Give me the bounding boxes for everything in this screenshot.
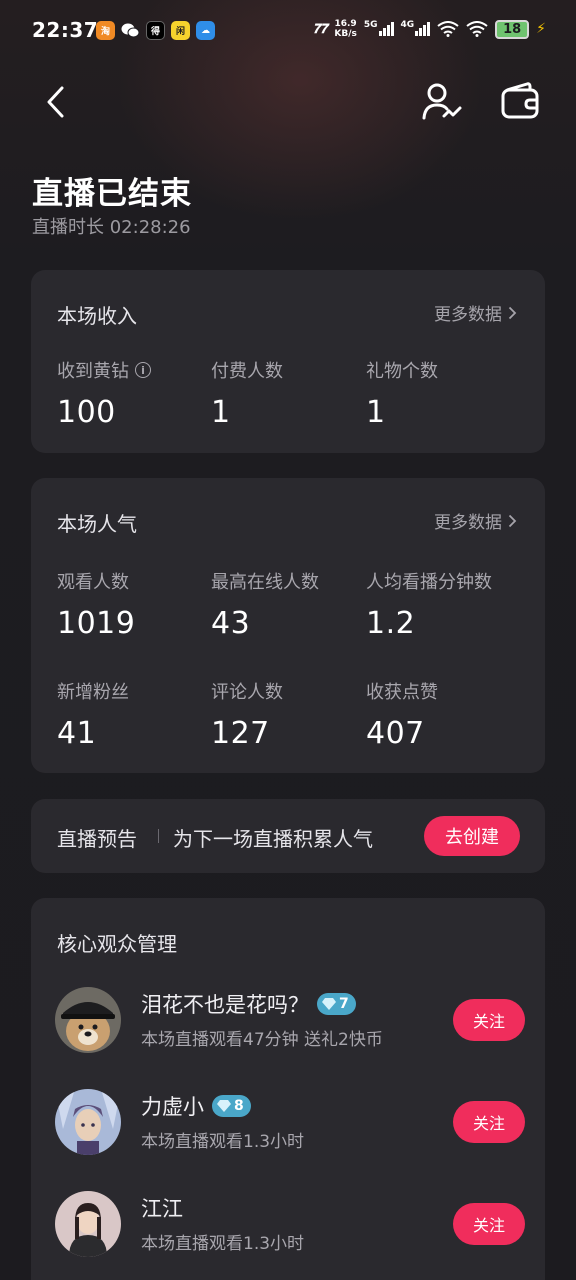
chevron-right-icon: [508, 514, 517, 527]
app-notification-icon: 闲: [171, 21, 190, 40]
audience-description: 本场直播观看1.3小时: [141, 1234, 305, 1254]
audience-list-item[interactable]: 力虚小 8 本场直播观看1.3小时 关注: [55, 1089, 525, 1159]
core-audience-card: 核心观众管理 泪花不也是花吗？ 7 本场直播观看47分钟 送礼2快币 关注 力虚…: [31, 898, 545, 1280]
follow-button[interactable]: 关注: [453, 1203, 525, 1245]
stat-viewers: 观看人数 1019: [57, 572, 136, 641]
diamond-icon: [217, 1100, 231, 1112]
status-bar: 22:37 淘 得 闲 ☁ 𝟕𝟕 16.9 KB/s 5G 4G 18 ⚡: [0, 0, 576, 62]
network-speed: 16.9 KB/s: [334, 19, 357, 39]
create-preview-button[interactable]: 去创建: [424, 816, 520, 856]
chevron-right-icon: [508, 306, 517, 319]
status-indicators: 𝟕𝟕 16.9 KB/s 5G 4G 18 ⚡: [313, 19, 546, 39]
stat-paying-users: 付费人数 1: [211, 361, 283, 430]
anime-avatar-image: [55, 1089, 121, 1155]
level-badge: 8: [212, 1095, 251, 1117]
income-card: 本场收入 更多数据 收到黄钻 i 100 付费人数 1 礼物个数 1: [31, 270, 545, 453]
audience-description: 本场直播观看1.3小时: [141, 1132, 305, 1152]
charging-icon: ⚡: [536, 21, 546, 37]
diamond-icon: [322, 998, 336, 1010]
audience-card-title: 核心观众管理: [57, 932, 177, 956]
stat-peak-online: 最高在线人数 43: [211, 572, 319, 641]
avatar[interactable]: [55, 1191, 121, 1257]
nfc-icon: 𝟕𝟕: [312, 21, 328, 37]
app-notification-icon: 淘: [96, 21, 115, 40]
cloud-app-icon: ☁: [196, 21, 215, 40]
page-title: 直播已结束: [32, 176, 192, 212]
avatar[interactable]: [55, 987, 121, 1053]
stat-avg-watch-minutes: 人均看播分钟数 1.2: [366, 572, 492, 641]
level-badge: 7: [317, 993, 356, 1015]
signal-5g-icon: 5G: [364, 20, 394, 36]
follow-button[interactable]: 关注: [453, 999, 525, 1041]
preview-label: 直播预告: [57, 827, 137, 851]
income-more-data-link[interactable]: 更多数据: [434, 300, 517, 325]
wallet-button[interactable]: [498, 80, 542, 124]
audience-name: 江江: [141, 1197, 183, 1221]
income-card-title: 本场收入: [57, 304, 137, 328]
wifi-icon: [466, 21, 488, 37]
signal-4g-icon: 4G: [401, 20, 431, 36]
dog-avatar-image: [55, 987, 121, 1053]
follow-button[interactable]: 关注: [453, 1101, 525, 1143]
audience-description: 本场直播观看47分钟 送礼2快币: [141, 1030, 383, 1050]
stat-likes: 收获点赞 407: [366, 682, 438, 751]
news-app-icon: 得: [146, 21, 165, 40]
avatar[interactable]: [55, 1089, 121, 1155]
chevron-left-icon: [47, 86, 64, 118]
audience-name: 力虚小 8: [141, 1091, 251, 1121]
user-check-icon: [422, 83, 462, 120]
live-duration: 直播时长 02:28:26: [32, 217, 191, 238]
back-button[interactable]: [38, 84, 74, 120]
status-time: 22:37: [32, 18, 99, 42]
stat-gift-count: 礼物个数 1: [366, 361, 438, 430]
preview-description: 为下一场直播积累人气: [173, 827, 373, 851]
wallet-icon: [501, 82, 539, 119]
notification-icons: 淘 得 闲 ☁: [96, 21, 215, 40]
popularity-card-title: 本场人气: [57, 512, 137, 536]
popularity-more-data-link[interactable]: 更多数据: [434, 508, 517, 533]
stat-new-followers: 新增粉丝 41: [57, 682, 129, 751]
battery-indicator: 18: [495, 19, 530, 39]
live-ended-page: 22:37 淘 得 闲 ☁ 𝟕𝟕 16.9 KB/s 5G 4G 18 ⚡ 直播…: [0, 0, 576, 1280]
person-avatar-image: [55, 1191, 121, 1257]
wifi-icon: [437, 21, 459, 37]
audience-list-item[interactable]: 江江 本场直播观看1.3小时 关注: [55, 1191, 525, 1261]
live-preview-card: 直播预告 为下一场直播积累人气 去创建: [31, 799, 545, 873]
wechat-icon: [121, 21, 140, 40]
info-icon[interactable]: i: [135, 362, 151, 378]
popularity-card: 本场人气 更多数据 观看人数 1019 最高在线人数 43 人均看播分钟数 1.…: [31, 478, 545, 773]
divider: [158, 829, 159, 843]
stat-yellow-diamonds: 收到黄钻 i 100: [57, 357, 151, 430]
user-management-button[interactable]: [420, 80, 464, 124]
audience-list-item[interactable]: 泪花不也是花吗？ 7 本场直播观看47分钟 送礼2快币 关注: [55, 987, 525, 1057]
stat-commenters: 评论人数 127: [211, 682, 283, 751]
audience-name: 泪花不也是花吗？ 7: [141, 989, 356, 1019]
